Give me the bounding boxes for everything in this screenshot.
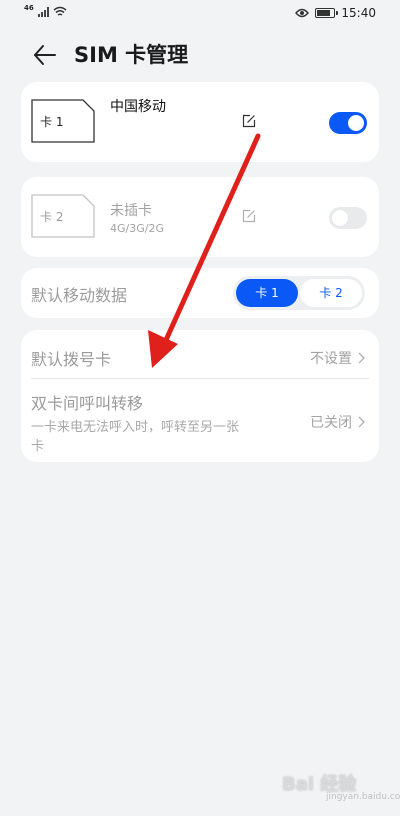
mobile-data-option-sim1[interactable]: 卡 1 bbox=[236, 279, 298, 307]
sim-network-types: 4G/3G/2G bbox=[110, 222, 164, 235]
divider bbox=[31, 378, 369, 379]
page-title: SIM 卡管理 bbox=[74, 43, 189, 67]
chevron-right-icon bbox=[358, 416, 365, 428]
call-forward-subtitle: 一卡来电无法呼入时，呼转至另一张卡 bbox=[31, 420, 240, 454]
default-dial-value: 不设置 bbox=[310, 348, 365, 368]
clock: 15:40 bbox=[341, 6, 376, 20]
edit-icon[interactable] bbox=[242, 209, 256, 223]
wifi-icon bbox=[53, 6, 67, 16]
mobile-data-label: 默认移动数据 bbox=[31, 286, 128, 305]
sim-2-toggle[interactable] bbox=[329, 207, 367, 229]
status-bar: 46 15:40 bbox=[0, 0, 400, 28]
sim-card-icon: 卡 1 bbox=[31, 99, 95, 143]
mobile-data-selector: 卡 1 卡 2 bbox=[233, 276, 365, 310]
mobile-data-option-sim2[interactable]: 卡 2 bbox=[300, 279, 362, 307]
sim-status: 未插卡 bbox=[110, 203, 152, 219]
sim-card-icon: 卡 2 bbox=[31, 194, 95, 238]
sim-1-toggle[interactable] bbox=[329, 112, 367, 134]
toggle-knob bbox=[348, 115, 364, 131]
call-settings-card: 默认拨号卡 不设置 双卡间呼叫转移 一卡来电无法呼入时，呼转至另一张卡 已关闭 bbox=[21, 330, 379, 462]
sim-slot-label: 卡 1 bbox=[40, 115, 64, 129]
edit-icon[interactable] bbox=[242, 114, 256, 128]
call-forward-value: 已关闭 bbox=[310, 412, 365, 432]
watermark-logo: Bai 经验 jingyan.baidu.com bbox=[282, 766, 400, 806]
call-forward-title: 双卡间呼叫转移 bbox=[31, 394, 144, 413]
carrier-name: 中国移动 bbox=[110, 99, 166, 115]
sim-card-1: 卡 1 中国移动 bbox=[21, 82, 379, 162]
status-right: 15:40 bbox=[295, 6, 376, 20]
eye-icon bbox=[295, 8, 310, 18]
network-type-label: 46 bbox=[24, 3, 34, 12]
signal-icon bbox=[37, 6, 49, 17]
mobile-data-card: 默认移动数据 卡 1 卡 2 bbox=[21, 268, 379, 318]
toggle-knob bbox=[332, 210, 348, 226]
chevron-right-icon bbox=[358, 352, 365, 364]
battery-level bbox=[317, 10, 331, 16]
back-arrow-icon bbox=[34, 45, 56, 65]
call-forward-value-text: 已关闭 bbox=[310, 415, 352, 431]
sim-slot-label: 卡 2 bbox=[40, 210, 64, 224]
battery-icon bbox=[315, 8, 339, 18]
sim-card-2: 卡 2 未插卡 4G/3G/2G bbox=[21, 177, 379, 257]
status-left: 46 bbox=[24, 3, 67, 17]
watermark-sub: jingyan.baidu.com bbox=[326, 792, 400, 802]
app-header: SIM 卡管理 bbox=[0, 30, 400, 80]
default-dial-value-text: 不设置 bbox=[310, 351, 352, 367]
back-button[interactable] bbox=[30, 40, 60, 70]
